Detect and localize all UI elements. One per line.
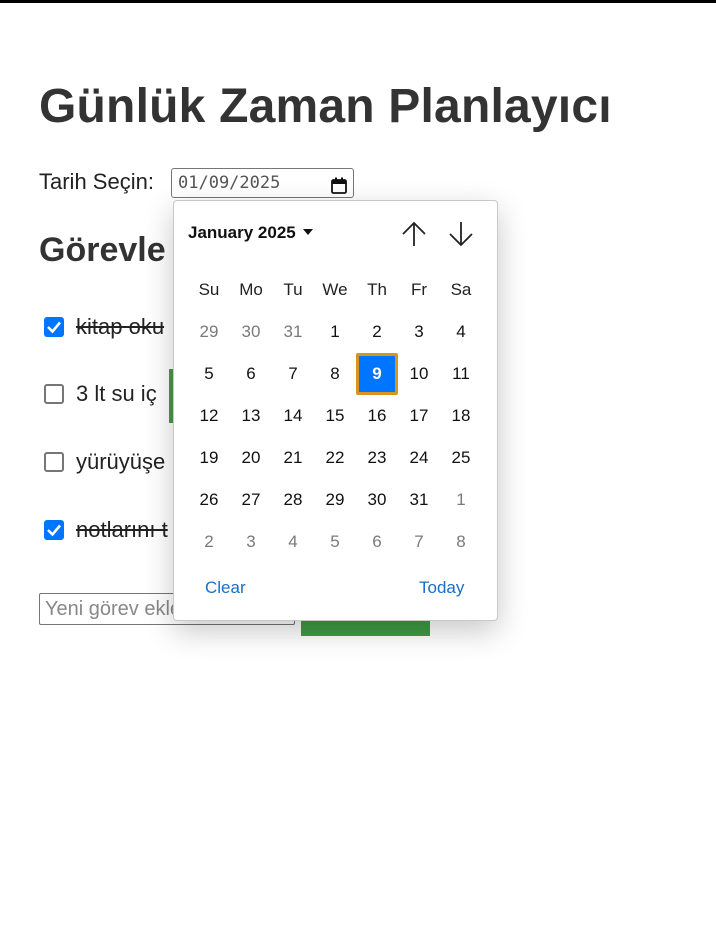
calendar-day[interactable]: 13 [230, 395, 272, 437]
calendar-day[interactable]: 21 [272, 437, 314, 479]
calendar-day[interactable]: 29 [314, 479, 356, 521]
calendar-day[interactable]: 8 [440, 521, 482, 563]
calendar-day[interactable]: 4 [272, 521, 314, 563]
calendar-day[interactable]: 17 [398, 395, 440, 437]
calendar-day[interactable]: 23 [356, 437, 398, 479]
calendar-day[interactable]: 22 [314, 437, 356, 479]
today-button[interactable]: Today [419, 578, 464, 598]
calendar-day[interactable]: 7 [272, 353, 314, 395]
date-label: Tarih Seçin: [39, 169, 154, 195]
calendar-day[interactable]: 15 [314, 395, 356, 437]
weekday-header: Sa [450, 280, 472, 299]
calendar-day[interactable]: 11 [440, 353, 482, 395]
task-checkbox[interactable] [44, 384, 64, 404]
calendar-day[interactable]: 1 [314, 311, 356, 353]
page-title: Günlük Zaman Planlayıcı [39, 80, 612, 133]
calendar-day[interactable]: 7 [398, 521, 440, 563]
calendar-day[interactable]: 3 [398, 311, 440, 353]
calendar-day[interactable]: 19 [188, 437, 230, 479]
task-checkbox[interactable] [44, 452, 64, 472]
arrow-down-icon [449, 222, 473, 247]
calendar-day[interactable]: 16 [356, 395, 398, 437]
task-text: 3 lt su iç [76, 381, 157, 406]
calendar-day[interactable]: 6 [356, 521, 398, 563]
calendar-day[interactable]: 28 [272, 479, 314, 521]
calendar-day[interactable]: 5 [314, 521, 356, 563]
date-row: Tarih Seçin: [39, 168, 154, 195]
calendar-day[interactable]: 4 [440, 311, 482, 353]
arrow-up-icon [402, 221, 426, 246]
calendar-day[interactable]: 2 [188, 521, 230, 563]
task-text: notlarını t [76, 517, 168, 542]
calendar-day[interactable]: 31 [398, 479, 440, 521]
calendar-day[interactable]: 30 [230, 311, 272, 353]
weekday-header: Mo [239, 280, 263, 299]
weekday-header: Fr [410, 280, 428, 299]
calendar-day[interactable]: 26 [188, 479, 230, 521]
calendar-day[interactable]: 5 [188, 353, 230, 395]
calendar-day[interactable]: 2 [356, 311, 398, 353]
task-text: yürüyüşe [76, 449, 166, 474]
weekday-header: Tu [283, 280, 303, 299]
tasks-heading: Görevle [39, 231, 166, 269]
date-value: 01/09/2025 [178, 173, 281, 193]
calendar-day[interactable]: 31 [272, 311, 314, 353]
date-input[interactable]: 01/09/2025 [171, 168, 354, 198]
task-checkbox[interactable] [44, 520, 64, 540]
calendar-day[interactable]: 6 [230, 353, 272, 395]
caret-down-icon [302, 229, 313, 235]
date-picker-popup: January 2025 Su Mo Tu We Th Fr Sa 29 30 31 1 2 3 4 5 6 7… [173, 200, 498, 621]
calendar-day[interactable]: 24 [398, 437, 440, 479]
calendar-day[interactable]: 20 [230, 437, 272, 479]
month-selector[interactable]: January 2025 [188, 223, 313, 243]
calendar-day[interactable]: 12 [188, 395, 230, 437]
calendar-day[interactable]: 18 [440, 395, 482, 437]
task-text: kitap oku [76, 314, 165, 339]
calendar-day[interactable]: 8 [314, 353, 356, 395]
calendar-day[interactable]: 30 [356, 479, 398, 521]
calendar-day[interactable]: 27 [230, 479, 272, 521]
new-task-placeholder: Yeni görev ekle [45, 598, 182, 620]
calendar-day[interactable]: 25 [440, 437, 482, 479]
calendar-day[interactable]: 1 [440, 479, 482, 521]
calendar-day[interactable]: 29 [188, 311, 230, 353]
clear-button[interactable]: Clear [205, 578, 246, 598]
calendar-day-selected[interactable]: 9 [356, 353, 398, 395]
next-month-button[interactable] [447, 219, 475, 249]
calendar-day[interactable]: 14 [272, 395, 314, 437]
calendar-icon[interactable] [331, 175, 347, 203]
previous-month-button[interactable] [400, 219, 428, 249]
check-icon [47, 321, 61, 334]
task-checkbox[interactable] [44, 317, 64, 337]
weekday-header: We [322, 280, 348, 299]
weekday-header: Th [367, 280, 387, 299]
calendar-day[interactable]: 3 [230, 521, 272, 563]
month-label: January 2025 [188, 223, 296, 242]
check-icon [47, 524, 61, 537]
weekday-header: Su [198, 280, 220, 299]
calendar-day[interactable]: 10 [398, 353, 440, 395]
